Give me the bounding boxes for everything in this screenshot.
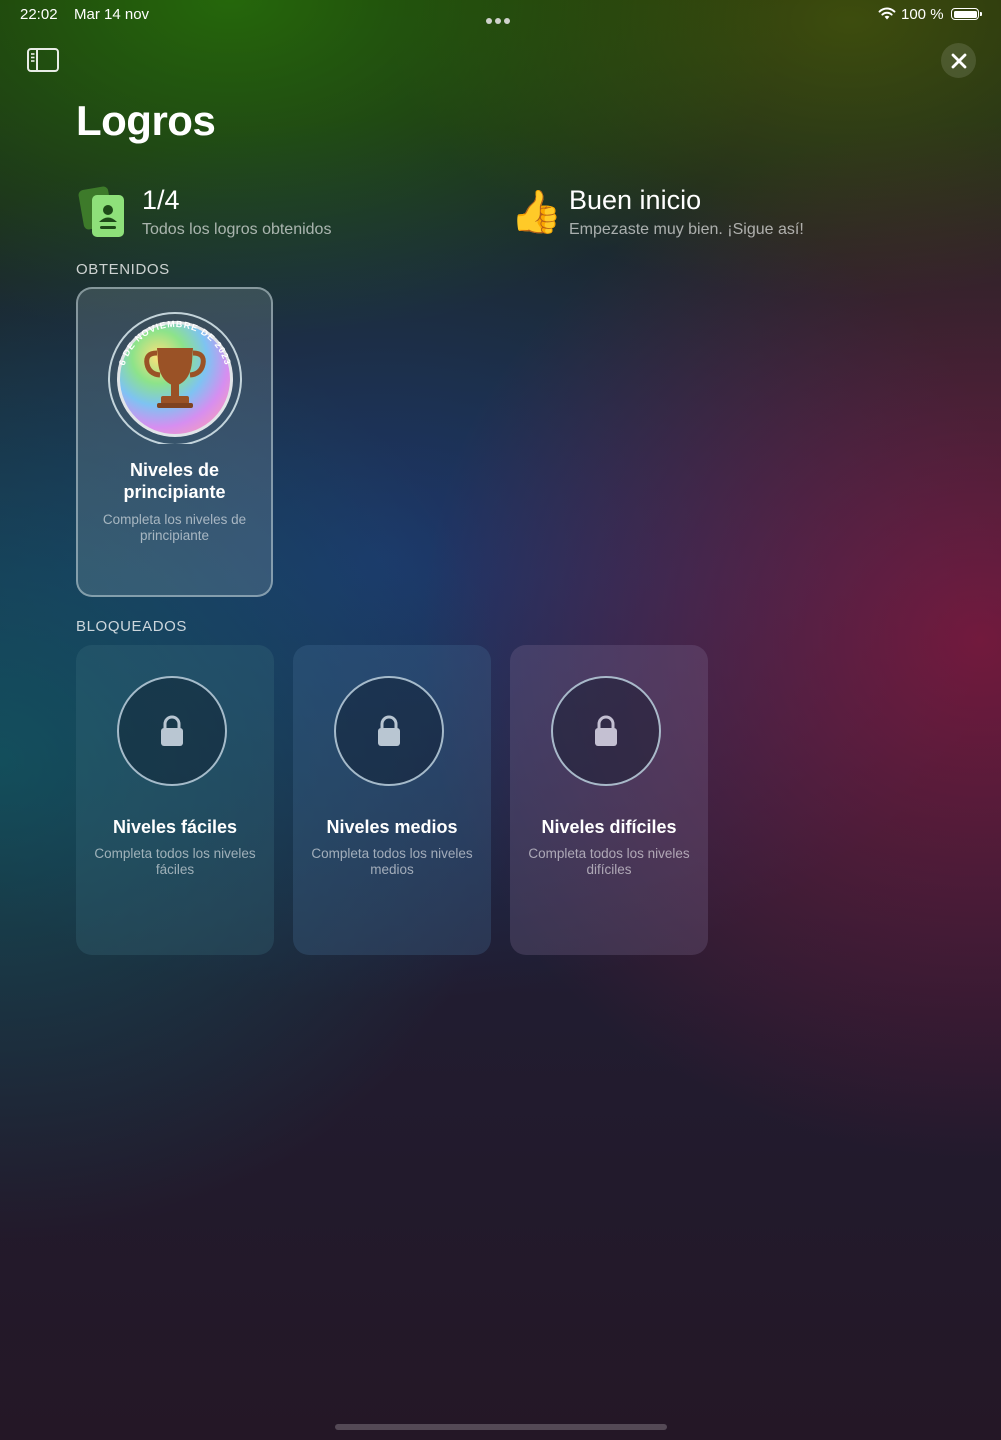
progress-caption: Todos los logros obtenidos [142, 221, 332, 238]
status-date: Mar 14 nov [74, 6, 150, 23]
achievement-name: Niveles medios [326, 817, 458, 837]
home-indicator[interactable] [335, 1424, 667, 1430]
thumbs-up-icon: 👍 [510, 188, 563, 235]
achievement-cards-icon [78, 186, 124, 237]
locked-badge [334, 676, 444, 786]
locked-section-label: BLOQUEADOS [76, 618, 188, 635]
achievement-card-easy[interactable]: Niveles fáciles Completa todos los nivel… [76, 645, 274, 955]
progress-stat: 1/4 Todos los logros obtenidos [78, 184, 378, 244]
lock-icon [378, 715, 400, 746]
achievement-card-medium[interactable]: Niveles medios Completa todos los nivele… [293, 645, 491, 955]
locked-badge [551, 676, 661, 786]
close-icon [951, 53, 966, 68]
status-time: 22:02 [20, 6, 58, 23]
multitasking-dots-icon[interactable] [486, 11, 516, 24]
achievement-name: Niveles fáciles [112, 817, 238, 837]
lock-icon [161, 715, 183, 746]
page-title: Logros [76, 97, 216, 144]
lock-icon [595, 715, 617, 746]
sidebar-icon[interactable] [26, 46, 60, 74]
rank-caption: Empezaste muy bien. ¡Sigue así! [569, 221, 804, 238]
achievement-description: Completa todos los niveles difíciles [528, 846, 690, 877]
achievement-name: Niveles de principiante [123, 460, 226, 502]
close-button[interactable] [941, 43, 976, 78]
wifi-icon [878, 7, 896, 20]
achievement-description: Completa todos los niveles medios [311, 846, 473, 877]
earned-section-label: OBTENIDOS [76, 261, 170, 278]
achievement-badge: 6 DE NOVIEMBRE DE 2023 [108, 312, 242, 444]
battery-icon [951, 8, 982, 20]
locked-badge [117, 676, 227, 786]
battery-percent: 100 % [901, 6, 944, 23]
achievement-card-hard[interactable]: Niveles difíciles Completa todos los niv… [510, 645, 708, 955]
achievement-description: Completa los niveles de principiante [102, 512, 247, 543]
achievement-card-beginner[interactable]: 6 DE NOVIEMBRE DE 2023 Niveles de princi… [76, 287, 273, 597]
status-bar: 22:02 Mar 14 nov 100 % [0, 0, 1001, 30]
rank-title: Buen inicio [569, 185, 702, 215]
progress-value: 1/4 [142, 185, 180, 215]
achievement-description: Completa todos los niveles fáciles [94, 846, 256, 877]
achievement-name: Niveles difíciles [541, 817, 677, 837]
rank-stat: 👍 Buen inicio Empezaste muy bien. ¡Sigue… [510, 184, 830, 244]
